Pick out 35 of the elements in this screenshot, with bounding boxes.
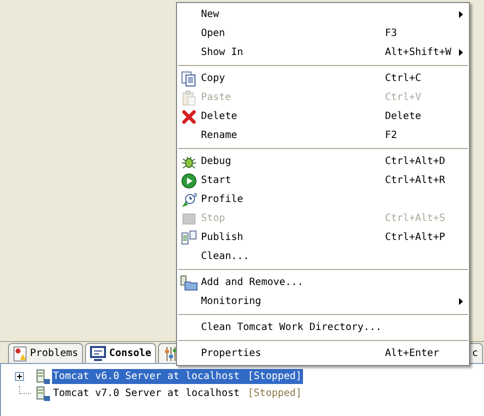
menu-item[interactable]: Publish Ctrl+Alt+P: [177, 228, 469, 247]
delete-icon: [181, 108, 197, 124]
documents-icon: [181, 230, 197, 246]
menu-item[interactable]: Clean Tomcat Work Directory...: [177, 318, 469, 337]
expand-icon[interactable]: [15, 372, 24, 381]
panel-tab[interactable]: Problems: [8, 343, 84, 363]
menu-item[interactable]: Add and Remove...: [177, 273, 469, 292]
documents-icon: [181, 70, 197, 86]
server-row[interactable]: Tomcat v6.0 Server at localhost [Stopped]: [52, 369, 303, 384]
server-name: Tomcat v7.0 Server at localhost: [53, 387, 240, 401]
menu-item[interactable]: Open F3: [177, 24, 469, 43]
monitor-icon: [90, 346, 106, 361]
menu-item[interactable]: Copy Ctrl+C: [177, 69, 469, 88]
menu-item[interactable]: Debug Ctrl+Alt+D: [177, 152, 469, 171]
menu-item[interactable]: Profile: [177, 190, 469, 209]
menu-item[interactable]: Delete Delete: [177, 107, 469, 126]
panel-tab[interactable]: Console: [85, 343, 156, 363]
menu-item[interactable]: Start Ctrl+Alt+R: [177, 171, 469, 190]
menu-item[interactable]: Rename F2: [177, 126, 469, 145]
menu-item[interactable]: Show In Alt+Shift+W: [177, 43, 469, 62]
stopwatch-icon: [181, 192, 197, 208]
server-icon: [35, 386, 51, 402]
menu-item[interactable]: Monitoring: [177, 292, 469, 311]
server-status: [Stopped]: [248, 387, 302, 401]
clipboard-icon: [181, 90, 197, 106]
square-icon: [181, 210, 197, 226]
menu-item[interactable]: Properties Alt+Enter: [177, 344, 469, 363]
server-icon: [35, 368, 51, 384]
play-icon: [181, 172, 197, 188]
menu-item[interactable]: Clean...: [177, 247, 469, 266]
menu-item[interactable]: New: [177, 5, 469, 24]
folder-server-icon: [180, 274, 198, 290]
server-row[interactable]: Tomcat v7.0 Server at localhost [Stopped]: [52, 386, 303, 401]
server-name: Tomcat v6.0 Server at localhost: [53, 370, 240, 384]
server-status: [Stopped]: [248, 370, 302, 384]
